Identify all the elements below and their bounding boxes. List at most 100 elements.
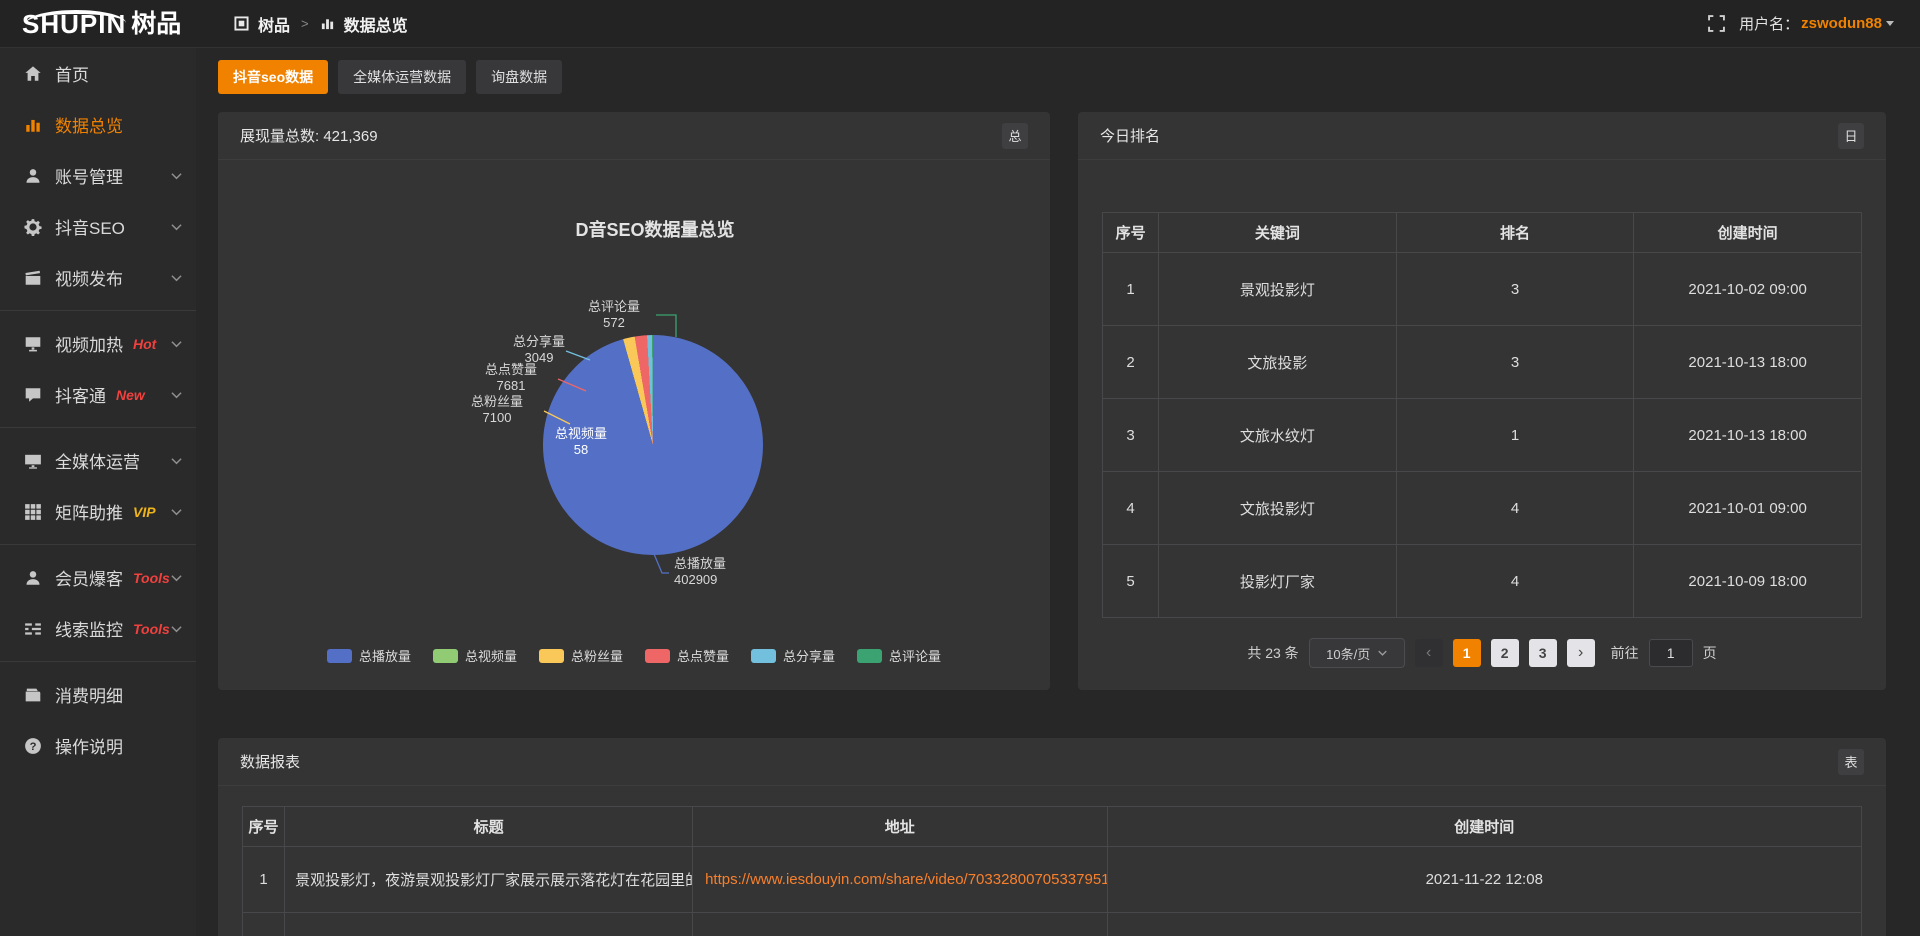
- tab-omnimedia-data[interactable]: 全媒体运营数据: [338, 60, 466, 94]
- topbar-right: 用户名： zswodun88: [1708, 13, 1920, 34]
- tab-douyin-seo-data[interactable]: 抖音seo数据: [218, 60, 328, 94]
- pie-label-name: 总分享量: [496, 334, 582, 350]
- today-ranking-panel: 今日排名 日 序号 关键词 排名 创建时间 1 景观投影灯: [1078, 112, 1886, 690]
- sidebar-item-expense-detail[interactable]: 消费明细: [0, 669, 196, 720]
- sidebar-item-label: 视频发布: [55, 265, 123, 290]
- member-icon: [24, 569, 42, 587]
- home-icon: [24, 65, 42, 83]
- cell-created: 2021-11-22 12:08: [1107, 847, 1861, 913]
- sidebar-item-lead-monitor[interactable]: 线索监控 Tools: [0, 603, 196, 654]
- sidebar-item-label: 视频加热: [55, 331, 123, 356]
- sidebar-item-label: 抖客通: [55, 382, 106, 407]
- data-report-panel: 数据报表 表 序号 标题 地址 创建时间 1 景观投影灯，夜游景观投影灯厂家展示…: [218, 738, 1886, 936]
- video-link[interactable]: https://www.iesdouyin.com/share/video/70…: [705, 871, 1107, 888]
- col-header-created: 创建时间: [1107, 807, 1861, 847]
- chevron-down-icon: [171, 625, 182, 633]
- goto-page-input[interactable]: [1649, 639, 1693, 667]
- sidebar-item-video-publish[interactable]: 视频发布: [0, 252, 196, 303]
- logo-text-cn: 树品: [131, 10, 181, 39]
- sidebar-item-home[interactable]: 首页: [0, 48, 196, 99]
- breadcrumb-root[interactable]: 树品: [258, 12, 290, 36]
- pie-label-name: 总点赞量: [468, 362, 554, 378]
- app-square-icon: [234, 16, 249, 31]
- tools-badge: Tools: [133, 621, 170, 637]
- pagination-total: 共 23 条: [1247, 643, 1298, 663]
- pagination: 共 23 条 10条/页 ‹ 1 2 3 › 前往 页: [1078, 638, 1886, 668]
- total-badge-button[interactable]: 总: [1002, 123, 1028, 149]
- cell-created: 2021-10-02 09:00: [1634, 253, 1862, 326]
- cell-rank: 4: [1396, 545, 1634, 618]
- legend-item-plays[interactable]: 总播放量: [327, 646, 411, 665]
- next-page-button[interactable]: ›: [1567, 639, 1595, 667]
- sidebar-item-matrix-boost[interactable]: 矩阵助推 VIP: [0, 486, 196, 537]
- table-badge-button[interactable]: 表: [1838, 749, 1864, 775]
- sidebar-item-data-overview[interactable]: 数据总览: [0, 99, 196, 150]
- sidebar-item-label: 首页: [55, 61, 89, 86]
- overview-panel-header: 展现量总数: 421,369 总: [218, 112, 1050, 160]
- sidebar-item-account[interactable]: 账号管理: [0, 150, 196, 201]
- sidebar-item-label: 矩阵助推: [55, 499, 123, 524]
- chevron-down-icon: [171, 508, 182, 516]
- legend-item-fans[interactable]: 总粉丝量: [539, 646, 623, 665]
- table-row: 1 景观投影灯，夜游景观投影灯厂家展示展示落花灯在花园里的灯光投影应用效果 # …: [243, 847, 1862, 913]
- legend-item-likes[interactable]: 总点赞量: [645, 646, 729, 665]
- cell-keyword: 文旅投影: [1159, 326, 1397, 399]
- pie-label-value: 7100: [454, 410, 540, 426]
- sidebar-item-douyin-seo[interactable]: 抖音SEO: [0, 201, 196, 252]
- sidebar-divider: [0, 427, 196, 428]
- sidebar-item-label: 会员爆客: [55, 565, 123, 590]
- breadcrumb-separator: >: [301, 16, 309, 31]
- cell-created: 2021-10-13 18:00: [1634, 326, 1862, 399]
- page-size-select[interactable]: 10条/页: [1309, 638, 1405, 668]
- legend-item-shares[interactable]: 总分享量: [751, 646, 835, 665]
- sidebar-item-member-burst[interactable]: 会员爆客 Tools: [0, 552, 196, 603]
- sidebar-item-label: 操作说明: [55, 733, 123, 758]
- cell-index: 4: [1103, 472, 1159, 545]
- sidebar-divider: [0, 310, 196, 311]
- cell-title: 景观投影灯，夜游景观投影灯厂家展示展示落花灯在花园里的灯光投影应用效果 #: [285, 847, 693, 913]
- page-button-3[interactable]: 3: [1529, 639, 1557, 667]
- chevron-down-icon: [171, 457, 182, 465]
- cell-keyword: 投影灯厂家: [1159, 545, 1397, 618]
- breadcrumb-current: 数据总览: [344, 12, 408, 36]
- clapperboard-icon: [24, 269, 42, 287]
- page-button-2[interactable]: 2: [1491, 639, 1519, 667]
- day-badge-button[interactable]: 日: [1838, 123, 1864, 149]
- legend-item-videos[interactable]: 总视频量: [433, 646, 517, 665]
- fullscreen-icon[interactable]: [1708, 15, 1725, 32]
- sidebar-item-label: 抖音SEO: [55, 214, 125, 239]
- user-menu[interactable]: 用户名： zswodun88: [1739, 13, 1894, 34]
- legend-label: 总视频量: [465, 646, 517, 665]
- pie-label-comments: 总评论量 572: [574, 299, 654, 331]
- cell-url: [693, 913, 1107, 936]
- sidebar-item-label: 线索监控: [55, 616, 123, 641]
- cell-index: 5: [1103, 545, 1159, 618]
- wallet-icon: [24, 686, 42, 704]
- pie-label-videos: 总视频量 58: [534, 426, 628, 458]
- col-header-rank: 排名: [1396, 213, 1634, 253]
- sidebar-item-instructions[interactable]: ? 操作说明: [0, 720, 196, 771]
- prev-page-button[interactable]: ‹: [1415, 639, 1443, 667]
- legend-swatch: [751, 649, 776, 663]
- table-row: 1 景观投影灯 3 2021-10-02 09:00: [1103, 253, 1862, 326]
- sidebar-item-video-heat[interactable]: 视频加热 Hot: [0, 318, 196, 369]
- tab-inquiry-data[interactable]: 询盘数据: [476, 60, 562, 94]
- cell-created: 2021-10-09 18:00: [1634, 545, 1862, 618]
- table-row: 5 投影灯厂家 4 2021-10-09 18:00: [1103, 545, 1862, 618]
- pie-label-value: 572: [574, 315, 654, 331]
- cell-created: [1107, 913, 1861, 936]
- sidebar-item-omnimedia[interactable]: 全媒体运营: [0, 435, 196, 486]
- legend-label: 总评论量: [889, 646, 941, 665]
- table-row: [243, 913, 1862, 936]
- table-row: 4 文旅投影灯 4 2021-10-01 09:00: [1103, 472, 1862, 545]
- chevron-down-icon: [1886, 21, 1894, 26]
- cell-keyword: 文旅投影灯: [1159, 472, 1397, 545]
- pie-label-plays: 总播放量 402909: [674, 556, 784, 588]
- cell-title: [285, 913, 693, 936]
- col-header-index: 序号: [1103, 213, 1159, 253]
- legend-item-comments[interactable]: 总评论量: [857, 646, 941, 665]
- sidebar-item-douketong[interactable]: 抖客通 New: [0, 369, 196, 420]
- page-button-1[interactable]: 1: [1453, 639, 1481, 667]
- sidebar-item-label: 全媒体运营: [55, 448, 140, 473]
- bar-chart-icon: [320, 16, 335, 31]
